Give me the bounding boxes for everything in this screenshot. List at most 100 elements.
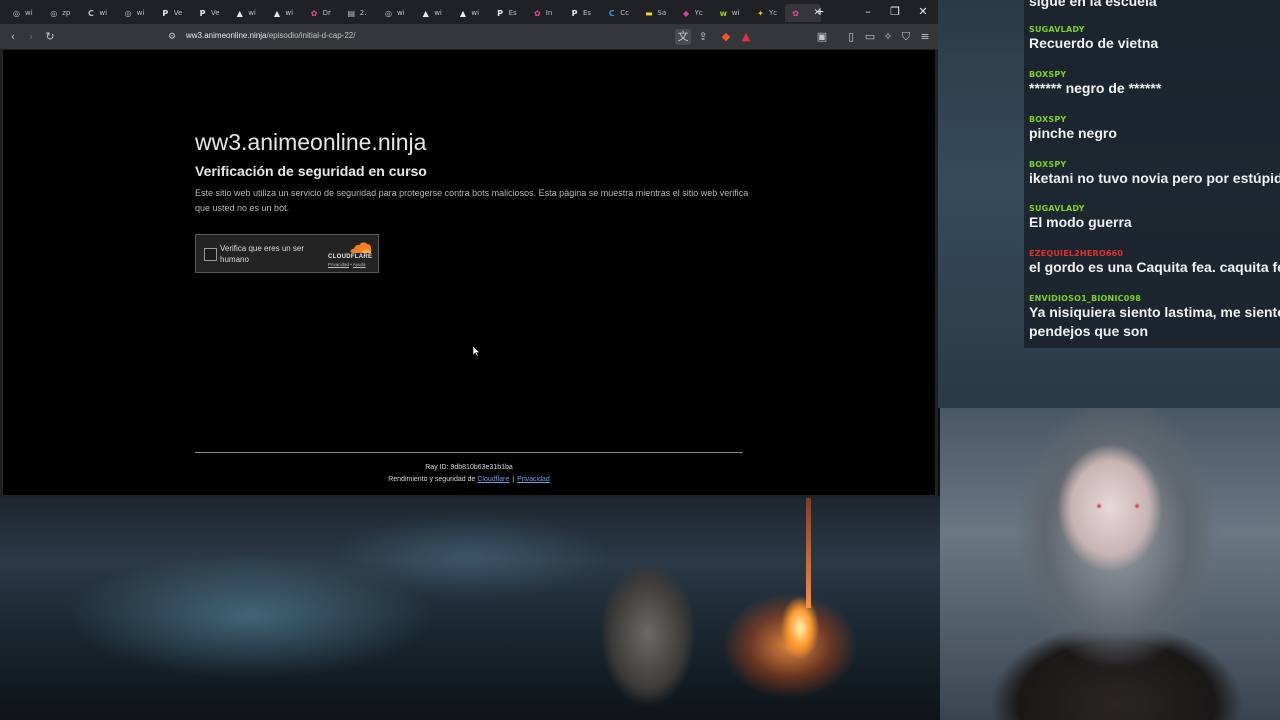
browser-tab[interactable]: ◎ wi [4,4,40,22]
page-content: ww3.animeonline.ninja Verificación de se… [3,50,935,495]
chat-message-text: sigue en la escuela [1029,0,1157,9]
chat-message-text: Recuerdo de vietna [1029,35,1159,51]
browser-tab[interactable]: ▲ wi [450,4,486,22]
browser-tab[interactable]: ✿ In [525,4,561,22]
brave-shields-icon[interactable]: ◆ [718,29,734,45]
chat-username: BOXSPY [1029,160,1067,169]
ray-id: Ray ID: 9db810b63e31b1ba [425,464,513,471]
tab-title: Es [583,9,592,17]
cloudflare-logo: CLOUDFLARE Privacidad • Ayuda [328,241,376,269]
stream-chat-panel: sigue en la escuela SUGAVLADY Recuerdo d… [938,0,1280,408]
cloudflare-link[interactable]: Cloudflare [477,476,509,483]
page-title: ww3.animeonline.ninja [195,129,427,155]
chat-message: BOXSPY ****** negro de ****** [1029,70,1280,98]
captcha-help-link[interactable]: Ayuda [353,262,366,267]
cloudflare-wordmark: CLOUDFLARE [328,254,373,260]
tab-title: wi [397,9,405,17]
chat-username: BOXSPY [1029,115,1067,124]
captcha-privacy-link[interactable]: Privacidad [328,262,349,267]
brave-rewards-icon[interactable]: ▲ [738,29,754,45]
leo-ai-icon[interactable]: ✧ [880,29,896,45]
screenshot-icon[interactable]: ▣ [814,29,830,45]
streamer-avatar-art [940,408,1280,720]
vpn-icon[interactable]: ⛉ [898,29,914,45]
footer-separator: | [512,476,515,483]
triangle-icon: ▲ [459,8,466,18]
browser-tab[interactable]: ◎ wi [376,4,412,22]
browser-tab[interactable]: P Es [488,4,524,22]
browser-tab[interactable]: ✿ Dr [302,4,338,22]
p-circle-icon: P [497,8,504,18]
site-info-icon[interactable]: ⚙ [164,29,180,45]
tab-title: wi [248,9,256,17]
browser-tab[interactable]: ▲ wi [227,4,263,22]
share-icon[interactable]: ⇪ [695,29,711,45]
browser-tab[interactable]: ▲ wi [413,4,449,22]
maximize-button[interactable]: ❐ [887,4,903,20]
forward-icon[interactable]: › [23,29,39,45]
tab-title: In [545,9,553,17]
anime-icon: ✿ [533,8,541,18]
url-path: /episodio/initial-d-cap-22/ [266,31,356,40]
browser-tab[interactable]: C Cc [599,4,635,22]
tab-title: Ve [173,9,183,17]
browser-tab[interactable]: ◆ Yc [674,4,710,22]
browser-tab[interactable]: w wi [711,4,747,22]
captcha-links: Privacidad • Ayuda [328,262,366,267]
tab-title: wi [25,9,33,17]
reload-icon[interactable]: ↻ [42,29,58,45]
close-window-button[interactable]: ✕ [915,4,931,20]
c-logo-icon: C [608,8,615,18]
browser-tab[interactable]: ◎ zp [41,4,77,22]
tab-title: Dr [322,9,331,17]
globe-icon: ◎ [13,8,20,18]
human-verification-checkbox[interactable] [204,248,217,261]
tab-title: Yc [769,9,778,17]
chat-message: SUGAVLADY El modo guerra [1029,204,1280,232]
p-logo-icon: P [199,8,206,18]
chat-message: ENVIDIOSO1_BIONIC098 Ya nisiquiera sient… [1029,294,1280,341]
tab-title: wi [731,9,740,17]
turnstile-captcha-widget: Verifica que eres un ser humano CLOUDFLA… [195,234,379,273]
back-icon[interactable]: ‹ [5,29,21,45]
browser-tab[interactable]: P Ve [153,4,189,22]
anime-icon: ✿ [792,8,799,18]
tab-title: zp [62,9,71,17]
globe-icon: ◎ [124,8,132,18]
browser-tab[interactable]: P Ve [190,4,226,22]
p-logo-icon: P [571,8,578,18]
browser-tab[interactable]: ▤ 2. [339,4,375,22]
chat-message: BOXSPY iketani no tuvo novia pero por es… [1029,160,1280,188]
chat-message-text: ****** negro de ****** [1029,80,1162,96]
chat-message-partial: sigue en la escuela [1029,0,1280,11]
tab-title: wi [99,9,108,17]
address-bar[interactable]: ⚙ ww3.animeonline.ninja/episodio/initial… [142,27,756,46]
tab-title: Sa [657,9,667,17]
chat-message-text: Ya nisiquiera siento lastima, me siento … [1029,304,1280,320]
chat-message-text: El modo guerra [1029,214,1132,230]
browser-toolbar: ‹ › ↻ ⌑ ⚙ ww3.animeonline.ninja/episodio… [0,24,938,49]
chat-message: SUGAVLADY Recuerdo de vietna [1029,25,1280,53]
blade-icon: ✦ [757,8,764,18]
wallet-icon[interactable]: ▭ [862,29,878,45]
minimize-button[interactable]: – [860,4,876,20]
avatar-eyes [1091,503,1147,509]
globe-icon: ◎ [50,8,58,18]
tab-strip: ◎ wi ◎ zp Cwi ◎ wi P Ve P Ve ▲ wi ▲ wi ✿ Dr ▤ 2. ◎ wi ▲ wi ▲ wi P… [0,0,938,24]
menu-icon[interactable]: ≡ [917,29,933,45]
url-text[interactable]: ww3.animeonline.ninja/episodio/initial-d… [186,31,355,40]
translate-icon[interactable]: 文 [675,29,691,45]
browser-window: ◎ wi ◎ zp Cwi ◎ wi P Ve P Ve ▲ wi ▲ wi ✿ Dr ▤ 2. ◎ wi ▲ wi ▲ wi P… [0,0,938,497]
browser-tab[interactable]: Cwi [78,4,114,22]
url-host: ww3.animeonline.ninja [186,31,267,40]
browser-tab[interactable]: ◎ wi [116,4,152,22]
cloudflare-cloud-icon [350,242,372,253]
browser-tab[interactable]: ✦ Yc [748,4,784,22]
browser-tab[interactable]: P Es [562,4,598,22]
note-icon: ▬ [645,8,653,18]
new-tab-button[interactable]: + [812,4,828,20]
footer-privacy-link[interactable]: Privacidad [517,476,550,483]
sidebar-icon[interactable]: ▯ [843,29,859,45]
browser-tab[interactable]: ▲ wi [264,4,300,22]
browser-tab[interactable]: ▬ Sa [636,4,672,22]
